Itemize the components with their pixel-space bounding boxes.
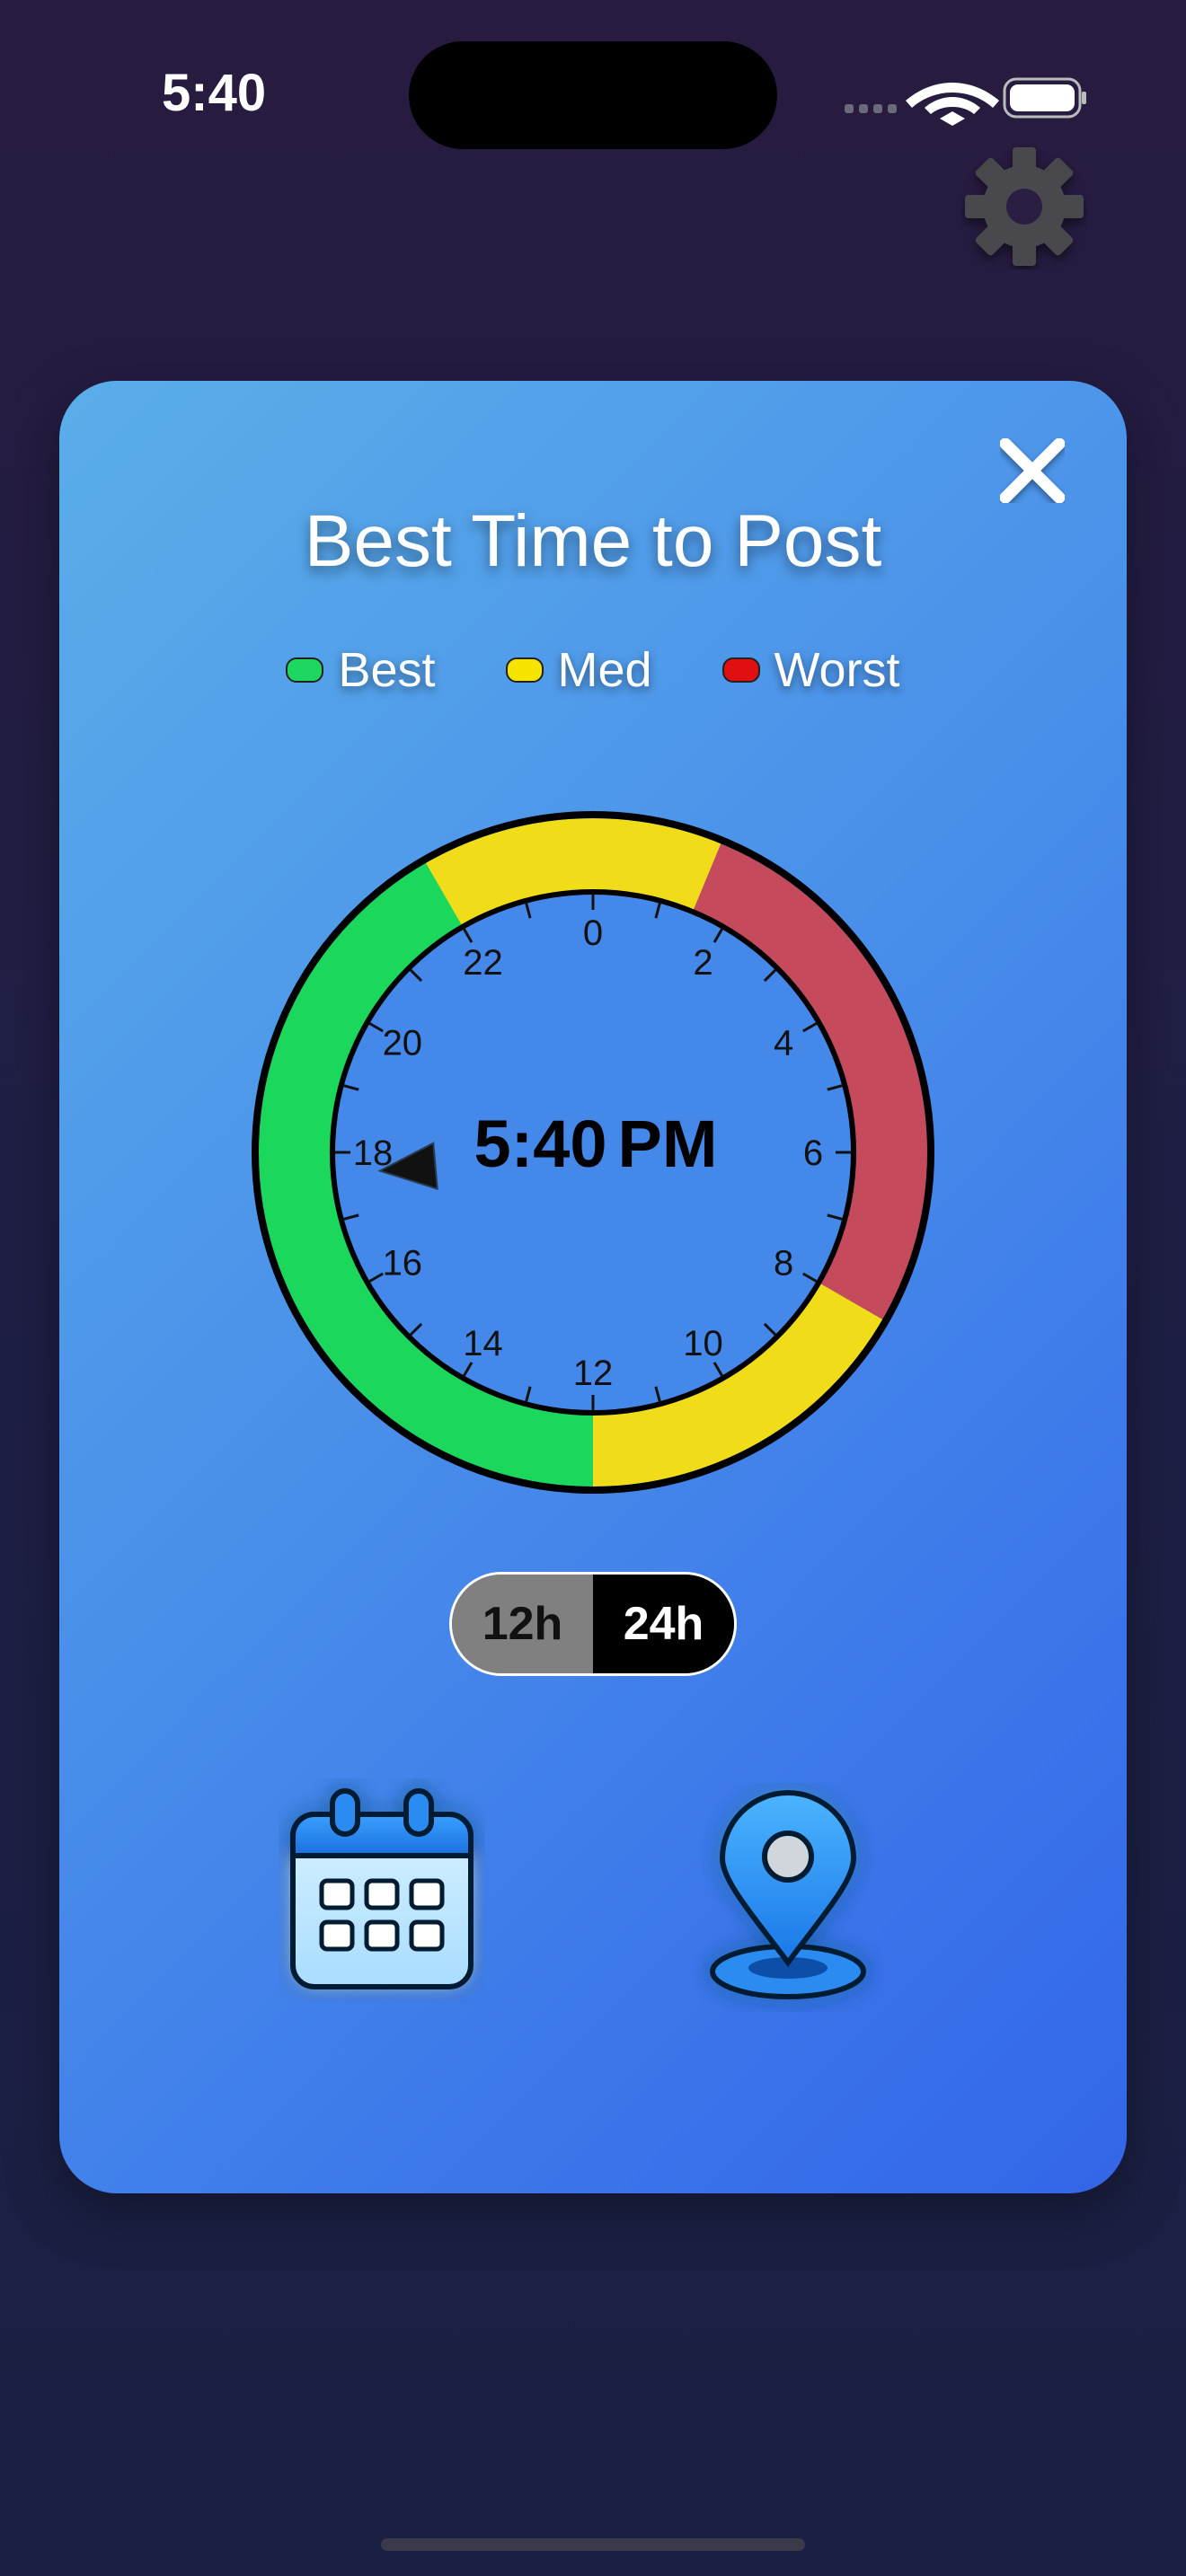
clock-hour-label: 14 xyxy=(463,1324,503,1363)
clock-hour-label: 22 xyxy=(463,943,503,983)
legend-label-best: Best xyxy=(338,643,436,697)
legend-label-worst: Worst xyxy=(774,643,900,697)
clock-hour-label: 6 xyxy=(803,1134,823,1173)
home-indicator xyxy=(381,2538,805,2551)
clock-hour-label: 0 xyxy=(583,913,603,953)
cellular-signal-icon xyxy=(845,104,897,113)
legend-item-med: Med xyxy=(505,642,652,698)
clock-hour-label: 16 xyxy=(383,1244,423,1284)
time-format-toggle[interactable]: 12h 24h xyxy=(449,1572,737,1676)
legend-label-med: Med xyxy=(557,643,652,697)
legend-item-worst: Worst xyxy=(721,642,900,698)
close-icon[interactable] xyxy=(993,431,1072,510)
legend-dot-med xyxy=(505,657,544,683)
clock-hour-label: 20 xyxy=(383,1024,423,1063)
settings-gear-icon[interactable] xyxy=(961,144,1087,269)
modal-title: Best Time to Post xyxy=(304,500,882,582)
legend-item-best: Best xyxy=(286,642,436,698)
legend-dot-best xyxy=(286,657,324,683)
calendar-icon[interactable] xyxy=(279,1778,485,2003)
legend-dot-worst xyxy=(721,657,760,683)
posting-time-clock: 0246810121416182022 xyxy=(252,811,934,1494)
battery-icon xyxy=(1003,77,1086,119)
clock-hour-label: 12 xyxy=(573,1354,614,1393)
status-icons xyxy=(845,77,1086,126)
location-pin-icon[interactable] xyxy=(692,1783,885,2012)
dynamic-island xyxy=(409,41,777,149)
clock-hour-label: 2 xyxy=(693,943,712,983)
toggle-option-24h[interactable]: 24h xyxy=(593,1575,734,1673)
wifi-icon xyxy=(906,83,999,126)
clock-hour-label: 8 xyxy=(774,1244,793,1284)
toggle-option-12h[interactable]: 12h xyxy=(452,1575,593,1673)
clock-hour-label: 4 xyxy=(774,1024,793,1063)
legend: Best Med Worst xyxy=(59,642,1127,698)
status-time: 5:40 xyxy=(162,64,267,122)
clock-hour-label: 10 xyxy=(683,1324,723,1363)
